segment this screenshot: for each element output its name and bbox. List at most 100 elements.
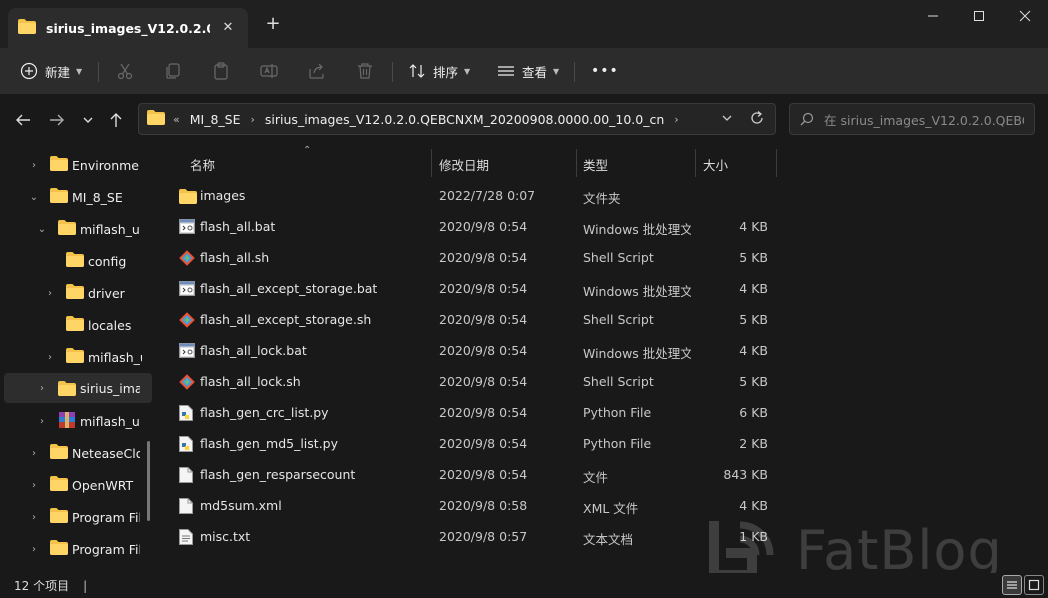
sidebar-item[interactable]: › NeteaseCloudMusic: [0, 438, 148, 468]
sidebar-item[interactable]: › OpenWRT: [0, 470, 148, 500]
chevron-down-icon: [83, 117, 93, 123]
batch-file-icon: [179, 219, 195, 237]
sort-icon: [409, 64, 425, 78]
refresh-icon[interactable]: [749, 110, 765, 130]
new-button[interactable]: 新建 ▼: [20, 56, 82, 86]
file-row[interactable]: flash_all.bat 2020/9/8 0:54 Windows 批处理文…: [174, 212, 778, 243]
search-icon: [800, 112, 814, 126]
sidebar-item[interactable]: ⌄ MI_8_SE: [0, 182, 148, 212]
chevron-right-icon[interactable]: ›: [36, 383, 48, 394]
column-divider[interactable]: [431, 149, 432, 177]
chevron-right-icon[interactable]: ›: [251, 113, 255, 126]
sidebar-item[interactable]: ⌄ miflash_unlock: [0, 214, 148, 244]
file-size: 4 KB: [739, 219, 768, 234]
new-tab-button[interactable]: +: [262, 14, 284, 36]
file-type: Windows 批处理文件: [583, 346, 691, 361]
search-box[interactable]: 在 sirius_images_V12.0.2.0.QEBCNXM_202009…: [789, 103, 1035, 135]
paste-button[interactable]: [212, 56, 230, 86]
recent-locations-button[interactable]: [77, 109, 99, 131]
back-button[interactable]: [12, 109, 34, 131]
chevron-right-icon[interactable]: ›: [674, 113, 678, 126]
sidebar-item[interactable]: › Program Files (x86): [0, 534, 148, 564]
maximize-icon: [974, 11, 984, 21]
column-header-size[interactable]: 大小: [703, 149, 773, 179]
batch-file-icon: [179, 343, 195, 361]
new-button-label: 新建: [45, 64, 71, 80]
breadcrumb-item[interactable]: MI_8_SE: [190, 112, 241, 127]
close-window-button[interactable]: [1002, 0, 1048, 32]
breadcrumb-overflow[interactable]: «: [173, 113, 180, 126]
up-button[interactable]: [105, 109, 127, 131]
column-header-type[interactable]: 类型: [583, 149, 693, 179]
search-input[interactable]: 在 sirius_images_V12.0.2.0.QEBCNXM_202009…: [824, 110, 1024, 129]
chevron-right-icon[interactable]: ›: [28, 480, 40, 491]
maximize-button[interactable]: [956, 0, 1002, 32]
sort-button[interactable]: 排序 ▼: [408, 56, 470, 86]
tiles-view-button[interactable]: [1024, 575, 1044, 595]
chevron-right-icon[interactable]: ›: [28, 544, 40, 555]
sort-button-label: 排序: [433, 64, 459, 80]
chevron-down-icon[interactable]: ⌄: [36, 224, 48, 235]
column-divider[interactable]: [776, 149, 777, 177]
chevron-right-icon[interactable]: ›: [28, 512, 40, 523]
file-row[interactable]: flash_all_lock.sh 2020/9/8 0:54 Shell Sc…: [174, 367, 778, 398]
chevron-right-icon[interactable]: ›: [44, 352, 56, 363]
chevron-right-icon[interactable]: ›: [28, 448, 40, 459]
copy-button[interactable]: [164, 56, 182, 86]
close-tab-icon[interactable]: ✕: [220, 20, 236, 36]
file-row[interactable]: flash_gen_resparsecount 2020/9/8 0:54 文件…: [174, 460, 778, 491]
file-name: flash_all_except_storage.bat: [200, 281, 378, 296]
chevron-right-icon[interactable]: ›: [36, 416, 48, 427]
chevron-right-icon[interactable]: ›: [44, 288, 56, 299]
view-button[interactable]: 查看 ▼: [497, 56, 559, 86]
sidebar-item[interactable]: › Environment: [0, 150, 148, 180]
chevron-right-icon[interactable]: ›: [28, 160, 40, 171]
file-date: 2022/7/28 0:07: [439, 188, 536, 203]
file-row[interactable]: md5sum.xml 2020/9/8 0:58 XML 文件 4 KB: [174, 491, 778, 522]
more-options-button[interactable]: •••: [591, 56, 619, 86]
sidebar-scrollbar[interactable]: [147, 441, 150, 521]
details-view-button[interactable]: [1002, 575, 1022, 595]
file-row[interactable]: misc.txt 2020/9/8 0:57 文本文档 1 KB: [174, 522, 778, 553]
forward-button[interactable]: [46, 109, 68, 131]
column-header-name[interactable]: 名称: [190, 149, 426, 179]
title-bar: sirius_images_V12.0.2.0.QEBCNXM_20200908…: [0, 0, 1048, 48]
sidebar-item[interactable]: › miflash_unlock: [0, 406, 148, 436]
column-header-date[interactable]: 修改日期: [439, 149, 575, 179]
share-button[interactable]: [308, 56, 326, 86]
breadcrumb-item[interactable]: sirius_images_V12.0.2.0.QEBCNXM_20200908…: [265, 112, 664, 127]
file-row[interactable]: images 2022/7/28 0:07 文件夹: [174, 181, 778, 212]
sidebar-item-label: NeteaseCloudMusic: [72, 445, 140, 461]
file-size: 5 KB: [739, 312, 768, 327]
file-row[interactable]: flash_gen_crc_list.py 2020/9/8 0:54 Pyth…: [174, 398, 778, 429]
sidebar-item-selected[interactable]: › sirius_images: [4, 373, 152, 403]
file-row[interactable]: flash_all_except_storage.sh 2020/9/8 0:5…: [174, 305, 778, 336]
cut-button[interactable]: [116, 56, 134, 86]
folder-icon: [50, 188, 68, 206]
delete-button[interactable]: [356, 56, 374, 86]
file-row[interactable]: flash_gen_md5_list.py 2020/9/8 0:54 Pyth…: [174, 429, 778, 460]
file-row[interactable]: flash_all.sh 2020/9/8 0:54 Shell Script …: [174, 243, 778, 274]
scissors-icon: [117, 63, 133, 80]
sidebar-item[interactable]: › miflash_unlock: [0, 342, 148, 372]
file-type: 文件: [583, 470, 609, 485]
sidebar-item[interactable]: › driver: [0, 278, 148, 308]
rename-button[interactable]: [260, 56, 278, 86]
active-tab[interactable]: sirius_images_V12.0.2.0.QEBCNXM_20200908…: [8, 8, 248, 48]
arrow-left-icon: [16, 114, 30, 126]
address-history-icon[interactable]: [721, 112, 733, 127]
column-divider[interactable]: [576, 149, 577, 177]
sidebar-item[interactable]: › Program Files: [0, 502, 148, 532]
folder-icon: [50, 476, 68, 494]
sidebar-item[interactable]: config: [0, 246, 148, 276]
address-bar[interactable]: « MI_8_SE › sirius_images_V12.0.2.0.QEBC…: [138, 103, 776, 135]
minimize-button[interactable]: [910, 0, 956, 32]
column-divider[interactable]: [695, 149, 696, 177]
file-type: XML 文件: [583, 501, 639, 516]
file-row[interactable]: flash_all_except_storage.bat 2020/9/8 0:…: [174, 274, 778, 305]
file-name: md5sum.xml: [200, 498, 282, 513]
file-date: 2020/9/8 0:54: [439, 250, 528, 265]
sidebar-item[interactable]: locales: [0, 310, 148, 340]
file-row[interactable]: flash_all_lock.bat 2020/9/8 0:54 Windows…: [174, 336, 778, 367]
chevron-down-icon[interactable]: ⌄: [28, 192, 40, 203]
